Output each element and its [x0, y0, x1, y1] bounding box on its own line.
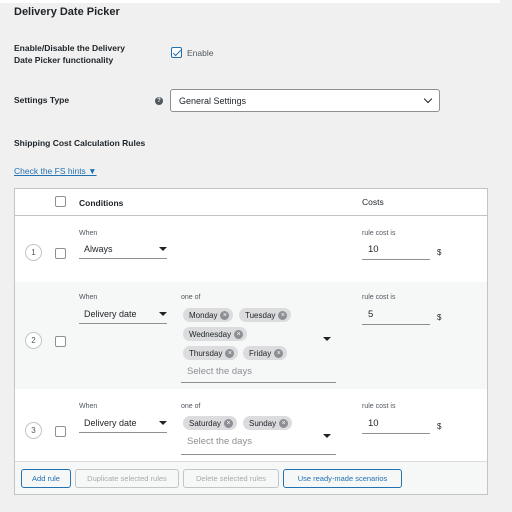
row-checkbox[interactable] [55, 248, 66, 259]
currency-symbol: $ [437, 248, 442, 257]
day-chip: Saturday × [183, 416, 238, 430]
add-rule-button[interactable]: Add rule [21, 469, 71, 488]
table-row: 1 When Always rule cost is 10 $ [15, 216, 487, 282]
when-value: Delivery date [84, 309, 137, 319]
table-row: 3 When Delivery date one of Saturday × S… [15, 389, 487, 461]
shipping-rules-heading: Shipping Cost Calculation Rules [14, 138, 146, 148]
top-strip [0, 0, 500, 3]
table-row: 2 When Delivery date one of Monday × Tue… [15, 282, 487, 389]
day-chip-label: Wednesday [189, 329, 232, 339]
table-footer: Add rule Duplicate selected rules Delete… [15, 461, 487, 494]
remove-chip-icon[interactable]: × [220, 310, 230, 320]
dropdown-arrow-icon [159, 312, 167, 316]
enable-label-line2: Date Picker functionality [14, 55, 114, 65]
cost-input[interactable]: 10 [362, 244, 430, 260]
fs-hints-link[interactable]: Check the FS hints ▼ [14, 166, 97, 176]
day-chip-label: Monday [189, 310, 218, 320]
one-of-label: one of [181, 294, 201, 301]
select-days-placeholder: Select the days [187, 366, 252, 377]
dropdown-arrow-icon [323, 434, 331, 438]
day-chip-label: Sunday [249, 418, 277, 428]
when-value: Delivery date [84, 418, 137, 428]
day-chip: Sunday × [243, 416, 293, 430]
one-of-label: one of [181, 403, 201, 410]
rules-table: Conditions Costs 1 When Always rule cost… [14, 188, 488, 495]
ready-made-scenarios-button[interactable]: Use ready-made scenarios [283, 469, 402, 488]
enable-checkbox[interactable] [171, 47, 182, 58]
day-chip-label: Thursday [189, 348, 223, 358]
dropdown-arrow-icon [323, 337, 331, 341]
day-chip: Tuesday × [239, 308, 292, 322]
settings-type-label: Settings Type [14, 95, 70, 105]
dropdown-arrow-icon [159, 247, 167, 251]
currency-symbol: $ [437, 313, 442, 322]
remove-chip-icon[interactable]: × [234, 329, 244, 339]
day-chip: Thursday × [183, 346, 239, 360]
enable-label-line1: Enable/Disable the Delivery [14, 43, 126, 53]
day-chip-label: Tuesday [245, 310, 276, 320]
settings-type-value: General Settings [179, 95, 247, 106]
page-title: Delivery Date Picker [14, 6, 120, 18]
cost-input[interactable]: 10 [362, 418, 430, 434]
days-multiselect[interactable]: Monday × Tuesday × Wednesday × Thursday … [181, 306, 336, 383]
enable-checkbox-label: Enable [187, 48, 214, 58]
day-chip: Wednesday × [183, 327, 248, 341]
dropdown-arrow-icon [159, 421, 167, 425]
row-number: 2 [25, 332, 42, 349]
row-number: 3 [25, 422, 42, 439]
row-checkbox[interactable] [55, 336, 66, 347]
table-header: Conditions Costs [15, 189, 487, 216]
when-label: When [79, 230, 98, 237]
when-label: When [79, 403, 98, 410]
duplicate-rules-button[interactable]: Duplicate selected rules [75, 469, 179, 488]
currency-symbol: $ [437, 422, 442, 431]
remove-chip-icon[interactable]: × [279, 418, 289, 428]
day-chip-label: Friday [249, 348, 272, 358]
conditions-header: Conditions [79, 198, 124, 208]
enable-setting-label: Enable/Disable the Delivery Date Picker … [14, 42, 125, 66]
rule-cost-label: rule cost is [362, 403, 396, 410]
day-chip-label: Saturday [189, 418, 222, 428]
cost-input[interactable]: 5 [362, 309, 430, 325]
rule-cost-label: rule cost is [362, 230, 396, 237]
when-select[interactable]: Delivery date [79, 418, 167, 433]
remove-chip-icon[interactable]: × [278, 310, 288, 320]
rule-cost-label: rule cost is [362, 294, 396, 301]
remove-chip-icon[interactable]: × [224, 418, 234, 428]
row-checkbox[interactable] [55, 426, 66, 437]
chevron-down-icon [423, 94, 433, 104]
remove-chip-icon[interactable]: × [225, 348, 235, 358]
settings-type-select[interactable]: General Settings [170, 89, 440, 112]
select-all-checkbox[interactable] [55, 196, 66, 207]
help-icon[interactable]: ? [155, 97, 163, 105]
remove-chip-icon[interactable]: × [274, 348, 284, 358]
when-value: Always [84, 244, 113, 254]
when-label: When [79, 294, 98, 301]
when-select[interactable]: Delivery date [79, 309, 167, 324]
days-multiselect[interactable]: Saturday × Sunday × Select the days [181, 414, 336, 455]
when-select[interactable]: Always [79, 244, 167, 259]
delete-rules-button[interactable]: Delete selected rules [183, 469, 279, 488]
select-days-placeholder: Select the days [187, 436, 252, 447]
costs-header: Costs [362, 197, 384, 207]
day-chip: Monday × [183, 308, 234, 322]
row-number: 1 [25, 244, 42, 261]
day-chip: Friday × [243, 346, 288, 360]
